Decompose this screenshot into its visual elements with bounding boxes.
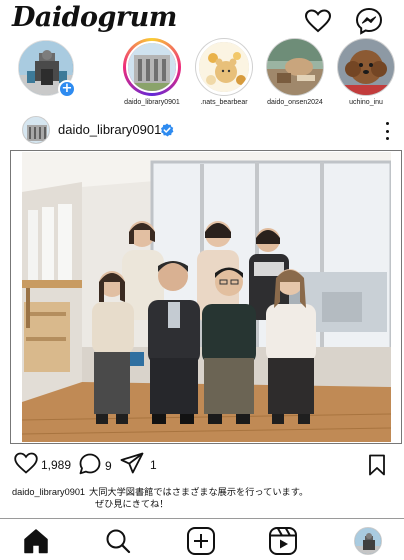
story-ring-unseen [123, 38, 181, 96]
story-thumbnail-dog [338, 39, 394, 95]
story-username: .nats_bearbear [200, 99, 248, 106]
story-ring-seen [195, 38, 253, 96]
story-thumbnail-library [126, 41, 178, 93]
story-thumbnail-onsen [267, 39, 323, 95]
bottom-navigation [0, 518, 404, 560]
story-thumbnail-bear [196, 39, 252, 95]
post-header: daido_library0901 [0, 114, 404, 148]
post-author-avatar[interactable] [22, 116, 50, 144]
reels-icon[interactable] [267, 525, 299, 557]
verified-badge-icon [160, 122, 174, 137]
add-story-plus-icon[interactable]: + [58, 80, 76, 98]
more-options-icon[interactable] [380, 120, 394, 142]
app-logo[interactable]: Daidogrum [12, 2, 177, 33]
bookmark-icon[interactable] [368, 454, 386, 480]
comment-bubble-icon[interactable] [78, 452, 102, 480]
profile-tab[interactable] [352, 525, 384, 557]
like-count[interactable]: 1,989 [41, 458, 71, 472]
create-post-icon[interactable] [185, 525, 217, 557]
story-username: daido_library0901 [124, 99, 180, 106]
messenger-icon[interactable] [354, 6, 384, 36]
top-bar: Daidogrum [0, 0, 404, 40]
comment-action[interactable]: 9 [78, 452, 112, 480]
your-story[interactable]: + [18, 40, 76, 98]
send-paper-plane-icon[interactable] [120, 452, 144, 478]
heart-icon[interactable] [303, 6, 333, 36]
post-media-frame [10, 150, 402, 444]
post-author-username[interactable]: daido_library0901 [58, 122, 161, 137]
profile-avatar[interactable] [354, 527, 382, 555]
story-item[interactable]: .nats_bearbear [189, 38, 259, 106]
post-caption: daido_library0901 大同大学図書館ではさまざまな展示を行っています… [12, 486, 392, 510]
caption-text-line1: 大同大学図書館ではさまざまな展示を行っています。 [89, 487, 309, 497]
post-photo[interactable] [22, 152, 391, 442]
story-item[interactable]: uchino_inu [331, 38, 401, 106]
story-username: uchino_inu [349, 99, 383, 106]
story-ring-seen [266, 38, 324, 96]
search-icon[interactable] [102, 525, 134, 557]
post-actions: 1,989 9 1 [0, 452, 404, 480]
story-item[interactable]: daido_onsen2024 [260, 38, 330, 106]
caption-text-line2: ぜひ見にきてね！ [95, 499, 169, 509]
story-ring-seen [337, 38, 395, 96]
story-item[interactable]: daido_library0901 [117, 38, 187, 106]
home-icon[interactable] [20, 525, 52, 557]
caption-username[interactable]: daido_library0901 [12, 487, 85, 497]
story-username: daido_onsen2024 [267, 99, 323, 106]
like-action[interactable]: 1,989 [14, 452, 71, 478]
like-heart-icon[interactable] [14, 452, 38, 478]
comment-count[interactable]: 9 [105, 459, 112, 473]
share-count[interactable]: 1 [150, 458, 157, 472]
stories-row: + daido_library0901 .nats_bearbear daido… [0, 38, 404, 112]
share-action[interactable]: 1 [120, 452, 157, 478]
